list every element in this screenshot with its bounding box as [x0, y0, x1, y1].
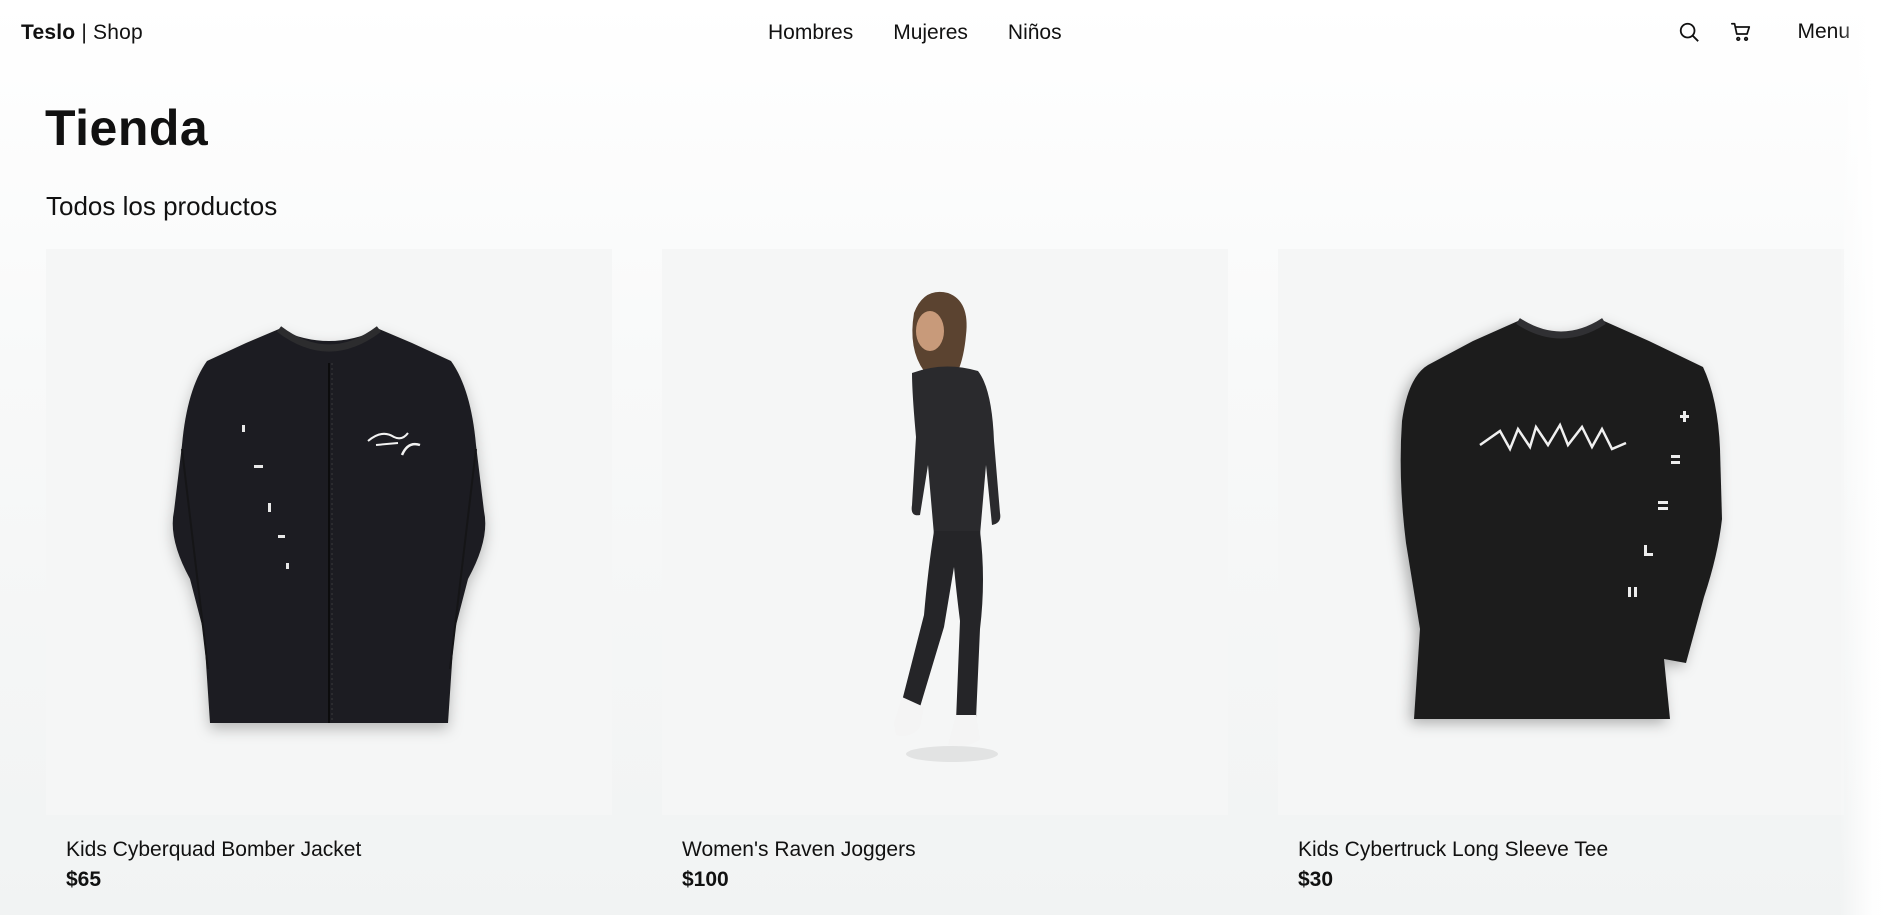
header-actions: Menu: [1675, 18, 1850, 46]
search-icon: [1680, 22, 1700, 42]
top-bar: Teslo | Shop Hombres Mujeres Niños Menu: [0, 0, 1889, 68]
nav-link-ninos[interactable]: Niños: [1008, 21, 1062, 45]
page-subtitle: Todos los productos: [46, 191, 278, 221]
model-image: [894, 291, 1001, 762]
logo-brand: Teslo: [21, 21, 76, 44]
product-image-long-sleeve-tee[interactable]: [1278, 249, 1844, 815]
product-name[interactable]: Kids Cyberquad Bomber Jacket: [66, 838, 612, 862]
cart-icon: [1731, 22, 1751, 42]
product-image-bomber-jacket[interactable]: [46, 249, 612, 815]
main-nav: Hombres Mujeres Niños: [768, 21, 1062, 45]
product-name[interactable]: Kids Cybertruck Long Sleeve Tee: [1298, 838, 1844, 862]
product-card[interactable]: Women's Raven Joggers $100: [662, 249, 1228, 892]
search-button[interactable]: [1675, 18, 1703, 46]
product-grid: Kids Cyberquad Bomber Jacket $65 Women's…: [46, 249, 1844, 892]
logo-separator: |: [75, 21, 94, 44]
page-title: Tienda: [45, 100, 209, 156]
product-price: $30: [1298, 868, 1334, 891]
product-card[interactable]: Kids Cybertruck Long Sleeve Tee $30: [1278, 249, 1844, 892]
product-name[interactable]: Women's Raven Joggers: [682, 838, 1228, 862]
jacket-image: [172, 326, 486, 723]
logo-link[interactable]: Teslo | Shop: [21, 21, 143, 45]
cart-button[interactable]: [1727, 18, 1755, 46]
menu-button[interactable]: Menu: [1797, 20, 1850, 44]
nav-link-mujeres[interactable]: Mujeres: [893, 21, 968, 45]
page: Teslo | Shop Hombres Mujeres Niños Menu …: [0, 0, 1889, 915]
logo-shop: Shop: [93, 21, 143, 44]
product-price: $100: [682, 868, 729, 891]
tee-image: [1400, 318, 1722, 719]
product-price: $65: [66, 868, 102, 891]
product-card[interactable]: Kids Cyberquad Bomber Jacket $65: [46, 249, 612, 892]
nav-link-hombres[interactable]: Hombres: [768, 21, 853, 45]
product-image-raven-joggers[interactable]: [662, 249, 1228, 815]
